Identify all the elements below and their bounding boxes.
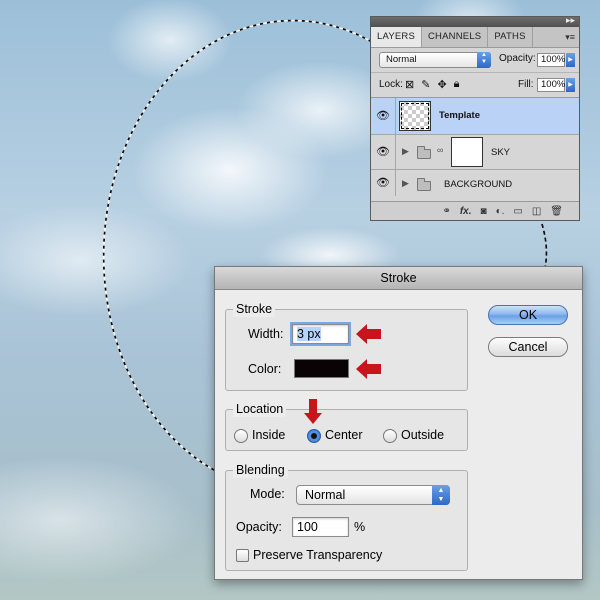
blend-row: Normal ▲ ▼ Opacity: 100% ▶ [371,48,579,72]
percent-unit: % [354,520,366,534]
center-label: Center [325,428,363,442]
outside-label: Outside [401,428,445,442]
eye-icon[interactable]: 👁︎ [376,145,390,159]
preserve-transparency-checkbox[interactable] [236,549,249,562]
color-label: Color: [248,362,282,376]
tab-layers[interactable]: LAYERS [371,27,422,47]
layer-name: Template [439,110,481,121]
panel-menu-icon[interactable]: ▾≡ [565,27,575,47]
blend-mode-value: Normal [386,54,417,65]
eye-icon[interactable]: 👁︎ [376,176,390,190]
panel-tabs: LAYERS CHANNELS PATHS ▾≡ [371,27,579,48]
new-layer-icon[interactable]: ◫ [532,206,541,217]
preserve-transparency-label: Preserve Transparency [253,548,383,562]
opacity-dropdown-icon[interactable]: ▶ [566,53,575,67]
fill-label: Fill: [518,79,534,90]
stroke-dialog: Stroke Stroke Width: 3 px Color: Locatio… [214,266,583,580]
layer-name: BACKGROUND [444,179,513,190]
link-layers-icon[interactable]: ⚭ [442,206,450,217]
width-label: Width: [248,327,284,341]
layer-background[interactable]: 👁︎ ▶ BACKGROUND [371,170,579,196]
blend-mode-select[interactable]: Normal ▲ ▼ [379,52,491,68]
tab-channels[interactable]: CHANNELS [422,27,489,47]
red-arrow-left-icon [356,359,381,379]
lock-row: Lock: ⊠ ✎ ✥ 🔒︎ Fill: 100% ▶ [371,72,579,98]
fill-dropdown-icon[interactable]: ▶ [566,78,575,92]
layer-opacity-input[interactable]: 100% [537,53,565,67]
chevron-updown-icon: ▲ ▼ [432,485,450,505]
tab-paths[interactable]: PATHS [488,27,533,47]
blending-group-title: Blending [233,462,288,478]
width-input[interactable]: 3 px [290,322,351,346]
red-arrow-down-icon [304,399,322,424]
ok-button[interactable]: OK [488,305,568,325]
layers-panel: ▸▸ LAYERS CHANNELS PATHS ▾≡ Normal ▲ ▼ Op… [370,15,580,221]
fill-input[interactable]: 100% [537,78,565,92]
lock-move-icon[interactable]: ✥ [437,78,446,91]
mode-value: Normal [305,488,346,502]
blending-group: Blending Mode: Normal ▲ ▼ Opacity: 100 % … [225,462,468,571]
location-group: Location Inside Center Outside [225,401,468,451]
blend-opacity-input[interactable]: 100 [292,517,349,537]
location-group-title: Location [233,401,287,417]
expand-triangle-icon[interactable]: ▶ [402,178,409,189]
panel-titlebar[interactable]: ▸▸ [371,15,579,27]
new-group-icon[interactable]: ▭ [513,206,522,217]
expand-triangle-icon[interactable]: ▶ [402,146,409,157]
opacity-label: Opacity: [499,53,536,64]
layer-sky[interactable]: 👁︎ ▶ ∞ SKY [371,135,579,170]
inside-label: Inside [252,428,286,442]
trash-icon[interactable]: 🗑︎ [550,206,563,217]
inside-radio[interactable] [234,429,248,443]
collapse-icon[interactable]: ▸▸ [566,15,575,26]
adjustment-layer-icon[interactable]: ◐. [496,206,505,217]
lock-label: Lock: [379,79,403,90]
eye-icon[interactable]: 👁︎ [376,109,390,123]
stroke-group: Stroke Width: 3 px Color: [225,301,468,391]
layer-template[interactable]: 👁︎ Template [371,98,579,135]
color-swatch[interactable] [294,359,349,378]
layer-mask-icon[interactable]: ◙ [481,206,487,217]
layer-thumbnail [399,101,431,131]
folder-icon [417,178,431,191]
opacity-label: Opacity: [236,520,282,534]
cancel-button[interactable]: Cancel [488,337,568,357]
folder-icon [417,146,431,159]
mode-select[interactable]: Normal ▲ ▼ [296,485,450,505]
lock-transparent-icon[interactable]: ⊠ [405,78,414,91]
fx-icon[interactable]: fx. [460,206,472,217]
mode-label: Mode: [250,487,285,501]
link-icon: ∞ [437,145,444,155]
dialog-title[interactable]: Stroke [215,267,582,290]
center-radio[interactable] [307,429,321,443]
outside-radio[interactable] [383,429,397,443]
lock-all-icon[interactable]: 🔒︎ [454,78,460,91]
layers-bottom-toolbar: ⚭ fx. ◙ ◐. ▭ ◫ 🗑︎ [371,201,579,220]
lock-brush-icon[interactable]: ✎ [421,78,430,91]
chevron-updown-icon: ▲ ▼ [477,52,491,68]
stroke-group-title: Stroke [233,301,276,317]
layer-name: SKY [491,147,511,158]
mask-thumbnail [451,137,483,167]
width-value: 3 px [297,327,321,341]
red-arrow-left-icon [356,324,381,344]
